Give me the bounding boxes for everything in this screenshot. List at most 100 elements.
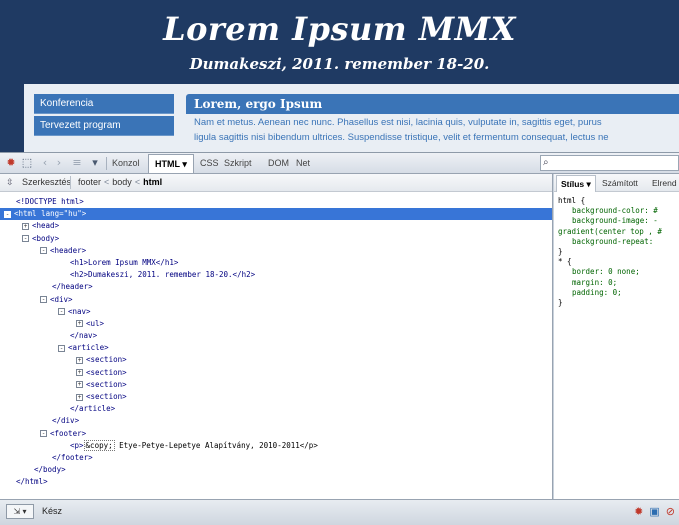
tab-html[interactable]: HTML ▾ xyxy=(148,154,194,173)
expand-icon[interactable]: + xyxy=(76,320,83,328)
page-nav: Konferencia Tervezett program xyxy=(34,94,174,138)
tab-computed[interactable]: Számított xyxy=(602,178,638,188)
tab-dom[interactable]: DOM xyxy=(268,158,289,168)
inspect-icon[interactable]: ⬚ xyxy=(20,156,34,170)
html-tree-node[interactable]: + <section> xyxy=(0,379,552,391)
collapse-icon[interactable]: - xyxy=(40,430,47,438)
css-rule-line[interactable]: border: 0 none; xyxy=(558,267,679,277)
html-tree-node[interactable]: + <section> xyxy=(0,391,552,403)
tab-style[interactable]: Stílus ▾ xyxy=(556,175,596,192)
dropdown-icon[interactable]: ▾ xyxy=(88,156,102,170)
html-tree-node-text: </body> xyxy=(34,465,66,475)
layout-icon[interactable]: ⇳ xyxy=(6,177,14,188)
stop-icon[interactable]: ⊘ xyxy=(666,506,675,518)
expand-icon[interactable]: + xyxy=(76,369,83,377)
page-nav-item-program[interactable]: Tervezett program xyxy=(34,116,174,136)
page-article-line: Nam et metus. Aenean nec nunc. Phasellus… xyxy=(194,117,602,128)
collapse-icon[interactable]: - xyxy=(58,344,65,352)
html-tree-node[interactable]: <h1>Lorem Ipsum MMX</h1> xyxy=(0,257,552,269)
html-tree-node[interactable]: + <section> xyxy=(0,354,552,366)
css-rule-line[interactable]: } xyxy=(558,298,679,308)
html-tree-node[interactable]: - <html lang="hu"> xyxy=(0,208,552,221)
html-tree-node[interactable]: </footer> xyxy=(0,452,552,464)
breadcrumb-item-footer[interactable]: footer xyxy=(78,177,101,187)
collapse-icon[interactable]: - xyxy=(22,235,29,243)
tab-css[interactable]: CSS xyxy=(200,158,219,168)
html-tree-node[interactable]: - <footer> xyxy=(0,428,552,440)
expand-icon[interactable]: + xyxy=(76,381,83,389)
html-tree-node[interactable]: <h2>Dumakeszi, 2011. remember 18-20.</h2… xyxy=(0,269,552,281)
expand-icon[interactable]: + xyxy=(76,393,83,401)
html-tree-node[interactable]: - <header> xyxy=(0,245,552,257)
breadcrumb: footer < body < html xyxy=(78,177,162,187)
collapse-icon[interactable]: - xyxy=(40,296,47,303)
search-input[interactable] xyxy=(541,156,678,170)
html-tree-node[interactable]: + <ul> xyxy=(0,318,552,330)
css-rule-line[interactable]: gradient(center top , # xyxy=(558,227,679,237)
tab-console[interactable]: Konzol xyxy=(112,158,140,168)
collapse-icon[interactable]: - xyxy=(4,210,11,218)
html-tree-node[interactable]: - <article> xyxy=(0,342,552,354)
list-icon[interactable]: ≡ xyxy=(70,156,84,170)
breadcrumb-arrow-icon: < xyxy=(104,177,110,187)
tab-net[interactable]: Net xyxy=(296,158,310,168)
breadcrumb-bar: ⇳ Szerkesztés footer < body < html xyxy=(0,174,552,192)
page-article: Lorem, ergo Ipsum Nam et metus. Aenean n… xyxy=(186,94,679,144)
html-tree-node[interactable]: </div> xyxy=(0,415,552,427)
html-tree-node-text: </html> xyxy=(16,477,48,487)
html-tree-node[interactable]: <!DOCTYPE html> xyxy=(0,196,552,208)
expand-icon[interactable]: + xyxy=(22,222,29,230)
back-icon[interactable]: ‹ xyxy=(38,156,52,170)
status-bar: ⇲ ▾ Kész ✹ ▣ ⊘ xyxy=(0,499,679,525)
html-tree-node[interactable]: + <section> xyxy=(0,367,552,379)
html-tree-node-text: <section> xyxy=(86,355,127,365)
html-tree-node-text: <header> xyxy=(50,245,87,255)
html-tree-node[interactable]: </body> xyxy=(0,464,552,476)
addon-icon[interactable]: ▣ xyxy=(649,506,659,518)
forward-icon[interactable]: › xyxy=(52,156,66,170)
html-panel: ⇳ Szerkesztés footer < body < html <!DOCTYPE… xyxy=(0,174,553,499)
html-tree-node[interactable]: </article> xyxy=(0,403,552,415)
search-field[interactable]: ⌕ xyxy=(540,155,679,171)
css-rule-line[interactable]: background-color: # xyxy=(558,206,679,216)
firebug-icon[interactable]: ✹ xyxy=(4,156,18,170)
css-rule-line[interactable]: margin: 0; xyxy=(558,278,679,288)
css-rule-line[interactable]: } xyxy=(558,247,679,257)
breadcrumb-item-html[interactable]: html xyxy=(143,177,162,187)
page-article-title: Lorem, ergo Ipsum xyxy=(186,94,679,114)
page-subtitle: Dumakeszi, 2011. remember 18-20. xyxy=(189,55,490,73)
html-tree-node-text: </footer> xyxy=(52,452,93,462)
status-text: Kész xyxy=(42,506,63,516)
html-tree-node-text: <ul> xyxy=(86,318,105,328)
edit-button[interactable]: Szerkesztés xyxy=(22,177,71,187)
tab-layout[interactable]: Elrend xyxy=(652,178,677,188)
html-tree-node-text: </article> xyxy=(70,404,116,414)
firebug-status-icon[interactable]: ✹ xyxy=(634,506,643,518)
html-tree-node[interactable]: </header> xyxy=(0,281,552,293)
html-tree-node-text: <h1>Lorem Ipsum MMX</h1> xyxy=(70,257,179,267)
html-tree-node[interactable]: + <head> xyxy=(0,220,552,232)
html-tree-node-text: <body> xyxy=(32,233,60,243)
page-article-line: ligula sagittis nisi bibendum ultrices. … xyxy=(194,132,609,143)
tab-script[interactable]: Szkript xyxy=(224,158,252,168)
html-tree-node[interactable]: - <body> xyxy=(0,233,552,245)
css-rule-line[interactable]: * { xyxy=(558,257,679,267)
breadcrumb-item-body[interactable]: body xyxy=(112,177,132,187)
collapse-icon[interactable]: - xyxy=(58,308,65,316)
page-nav-item-konferencia[interactable]: Konferencia xyxy=(34,94,174,114)
css-rule-line[interactable]: padding: 0; xyxy=(558,288,679,298)
html-tree-node[interactable]: </nav> xyxy=(0,330,552,342)
status-menu-button[interactable]: ⇲ ▾ xyxy=(6,504,34,519)
html-tree-node[interactable]: </html> xyxy=(0,476,552,488)
html-tree-node[interactable]: - <nav> xyxy=(0,306,552,318)
expand-icon[interactable]: + xyxy=(76,356,83,364)
css-rule-line[interactable]: html { xyxy=(558,196,679,206)
css-rule-line[interactable]: background-repeat: xyxy=(558,237,679,247)
html-tree-node[interactable]: - <div> xyxy=(0,294,552,306)
collapse-icon[interactable]: - xyxy=(40,247,47,255)
html-tree-node[interactable]: <p> &copy; Etye-Petye-Lepetye Alapítvány,… xyxy=(0,439,552,452)
css-rule-line[interactable]: background-image: - xyxy=(558,216,679,226)
html-tree-node-text: <article> xyxy=(68,343,109,353)
html-tree-node-text: </header> xyxy=(52,282,93,292)
page-viewport: Lorem Ipsum MMX Dumakeszi, 2011. remembe… xyxy=(0,0,679,152)
